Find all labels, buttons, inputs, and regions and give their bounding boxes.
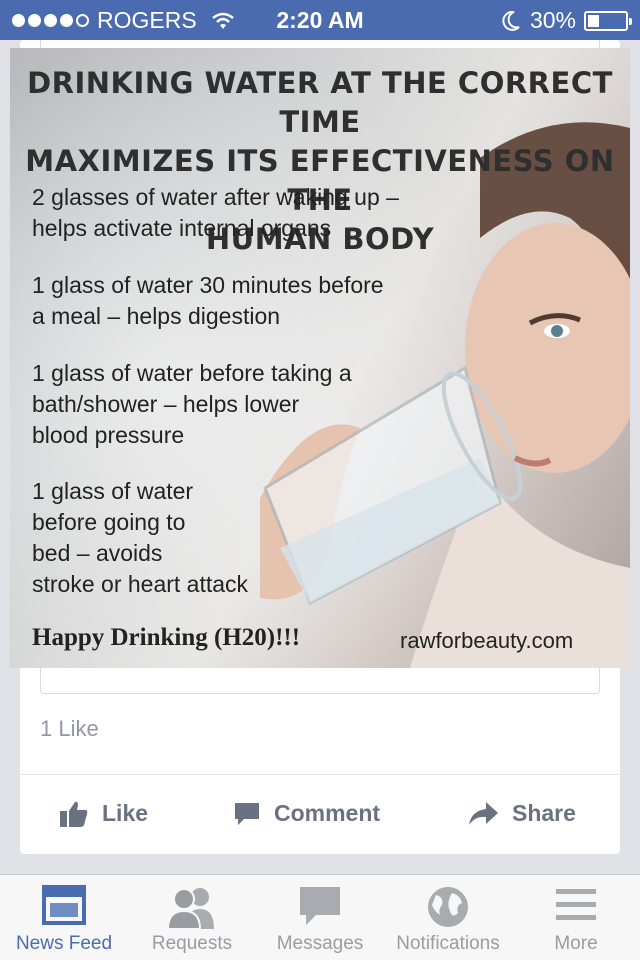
tab-requests[interactable]: Requests [128,875,256,960]
tab-news-feed[interactable]: News Feed [0,875,128,960]
menu-icon [556,889,596,920]
battery-status: 30% [502,7,632,34]
tab-label: Messages [276,933,364,954]
share-arrow-icon [469,801,498,825]
tip-item: 1 glass of water before taking a bath/sh… [32,360,352,448]
battery-icon [584,10,632,31]
battery-percent: 30% [529,7,576,33]
divider [20,774,620,775]
like-count[interactable]: 1 Like [40,716,99,742]
globe-icon [428,887,468,927]
tip-item: 2 glasses of water after waking up – hel… [32,184,399,241]
tab-label: Requests [151,933,233,954]
tab-more[interactable]: More [512,875,640,960]
tab-notifications[interactable]: Notifications [384,875,512,960]
news-feed-icon [42,885,86,925]
messages-icon [300,887,340,925]
tab-label: More [554,933,598,954]
like-button[interactable]: Like [60,800,148,827]
bottom-tab-bar: News Feed Requests Messages Notification… [0,874,640,960]
share-label: Share [512,800,576,826]
tab-label: Notifications [396,933,500,954]
moon-icon [502,10,520,31]
tab-messages[interactable]: Messages [256,875,384,960]
tab-label: News Feed [15,933,113,954]
like-label: Like [102,800,149,826]
share-button[interactable]: Share [468,800,576,827]
post-photo[interactable]: DRINKING WATER AT THE CORRECT TIME MAXIM… [10,48,630,668]
friend-requests-icon [166,888,214,929]
status-bar: ROGERS 2:20 AM 30% [0,0,640,40]
comment-icon [235,802,259,825]
post-actions: Like Comment Share [20,780,620,850]
image-source: rawforbeauty.com [400,628,574,653]
comment-label: Comment [274,800,381,826]
tip-item: 1 glass of water before going to bed – a… [32,478,249,597]
tip-item: 1 glass of water 30 minutes before a mea… [32,272,384,329]
thumbs-up-icon [60,801,88,827]
image-signoff: Happy Drinking (H20)!!! [32,624,301,651]
comment-button[interactable]: Comment [234,800,380,827]
